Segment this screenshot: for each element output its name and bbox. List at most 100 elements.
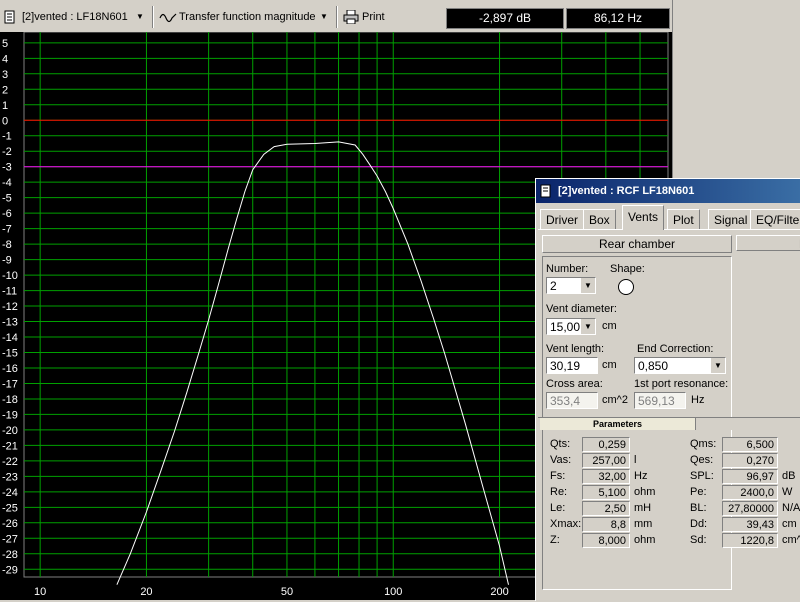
chevron-down-icon[interactable]: ▼	[136, 8, 144, 26]
y-tick-label: -11	[2, 286, 17, 298]
y-tick-label: 4	[2, 53, 8, 65]
x-tick-label: 50	[281, 586, 293, 598]
x-tick-label: 200	[490, 586, 508, 598]
waveform-icon	[159, 13, 177, 23]
tab-eq-filter[interactable]: EQ/Filter	[750, 209, 800, 230]
param-unit: N/A	[782, 502, 800, 514]
cross-area-unit: cm^2	[602, 394, 628, 406]
param-label: BL:	[690, 502, 707, 514]
view-label: Transfer function magnitude	[179, 11, 316, 23]
param-label: Pe:	[690, 486, 707, 498]
x-tick-label: 20	[140, 586, 152, 598]
parameters-label: Parameters	[540, 418, 696, 430]
number-label: Number:	[546, 263, 589, 275]
y-tick-label: -8	[2, 239, 12, 251]
vent-length-unit: cm	[602, 359, 617, 371]
dialog-title-bar[interactable]: [2]vented : RCF LF18N601	[536, 179, 800, 203]
y-tick-label: -28	[2, 549, 18, 561]
vent-diameter-value: 15,00	[550, 320, 581, 334]
chevron-down-icon[interactable]: ▼	[320, 8, 328, 26]
print-label: Print	[362, 11, 385, 23]
param-unit: l	[634, 454, 637, 466]
tab-signal[interactable]: Signal	[708, 209, 754, 230]
param-value: 257,00	[582, 453, 630, 468]
y-tick-label: -29	[2, 564, 18, 576]
param-unit: cm	[782, 518, 797, 530]
y-tick-label: 1	[2, 100, 8, 112]
rear-chamber-button[interactable]: Rear chamber	[542, 235, 732, 253]
param-label: Re:	[550, 486, 568, 498]
param-value: 5,100	[582, 485, 630, 500]
printer-icon	[343, 10, 359, 24]
y-tick-label: 2	[2, 84, 8, 96]
vent-diameter-unit: cm	[602, 320, 617, 332]
tab-plot[interactable]: Plot	[667, 209, 700, 230]
tab-box[interactable]: Box	[583, 209, 616, 230]
front-chamber-button[interactable]: F	[736, 235, 800, 251]
document-icon	[4, 10, 15, 24]
x-tick-label: 100	[384, 586, 402, 598]
vent-number-combo[interactable]: 2 ▼	[546, 277, 596, 294]
param-value: 2,50	[582, 501, 630, 516]
y-tick-label: -5	[2, 193, 12, 205]
y-tick-label: 5	[2, 38, 8, 50]
chevron-down-icon[interactable]: ▼	[580, 319, 595, 334]
y-tick-label: -14	[2, 332, 18, 344]
y-tick-label: -15	[2, 347, 18, 359]
shape-label: Shape:	[610, 263, 645, 275]
param-label: Vas:	[550, 454, 572, 466]
param-unit: cm^2	[782, 534, 800, 546]
y-tick-label: -27	[2, 533, 18, 545]
y-tick-label: -18	[2, 394, 18, 406]
y-tick-label: -21	[2, 440, 18, 452]
param-label: SPL:	[690, 470, 714, 482]
param-label: Xmax:	[550, 518, 582, 530]
cross-area-label: Cross area:	[546, 378, 603, 390]
y-tick-label: -9	[2, 255, 12, 267]
param-unit: Hz	[634, 470, 648, 482]
end-correction-label: End Correction:	[637, 343, 714, 355]
dialog-title: [2]vented : RCF LF18N601	[558, 185, 695, 197]
param-label: Dd:	[690, 518, 708, 530]
hz-readout: 86,12 Hz	[566, 8, 670, 29]
param-unit: mm	[634, 518, 653, 530]
main-toolbar: [2]vented : LF18N601 ▼ Transfer function…	[0, 0, 672, 33]
vent-properties-dialog[interactable]: [2]vented : RCF LF18N601 Driver Box Vent…	[535, 178, 800, 601]
vent-length-input[interactable]: 30,19	[546, 357, 598, 374]
y-tick-label: -12	[2, 301, 18, 313]
end-correction-combo[interactable]: 0,850 ▼	[634, 357, 726, 374]
tab-vents[interactable]: Vents	[622, 205, 665, 230]
port-resonance-field: 569,13	[634, 392, 686, 409]
y-tick-label: -23	[2, 471, 18, 483]
end-correction-value: 0,850	[638, 359, 669, 373]
param-unit: ohm	[634, 534, 656, 546]
vent-number-value: 2	[550, 279, 557, 293]
param-value: 96,97	[722, 469, 778, 484]
y-tick-label: 0	[2, 115, 8, 127]
y-tick-label: -20	[2, 425, 18, 437]
tab-driver[interactable]: Driver	[540, 209, 584, 230]
param-value: 8,000	[582, 533, 630, 548]
param-value: 2400,0	[722, 485, 778, 500]
circle-shape-icon[interactable]	[617, 278, 637, 298]
toolbar-separator	[152, 6, 154, 28]
y-tick-label: -7	[2, 224, 12, 236]
toolbar-separator	[336, 6, 338, 28]
param-label: Sd:	[690, 534, 707, 546]
vent-diameter-combo[interactable]: 15,00 ▼	[546, 318, 596, 335]
port-resonance-unit: Hz	[691, 394, 705, 406]
param-label: Le:	[550, 502, 566, 514]
port-resonance-label: 1st port resonance:	[634, 378, 729, 390]
y-tick-label: -19	[2, 409, 18, 421]
y-tick-label: -24	[2, 487, 18, 499]
window-background	[672, 0, 800, 178]
chevron-down-icon[interactable]: ▼	[710, 358, 725, 373]
y-tick-label: -1	[2, 131, 12, 143]
param-label: Qms:	[690, 438, 717, 450]
chevron-down-icon[interactable]: ▼	[580, 278, 595, 293]
param-label: Qts:	[550, 438, 571, 450]
param-value: 39,43	[722, 517, 778, 532]
x-tick-label: 10	[34, 586, 46, 598]
param-label: Qes:	[690, 454, 714, 466]
parameters-header: Parameters	[538, 417, 800, 430]
